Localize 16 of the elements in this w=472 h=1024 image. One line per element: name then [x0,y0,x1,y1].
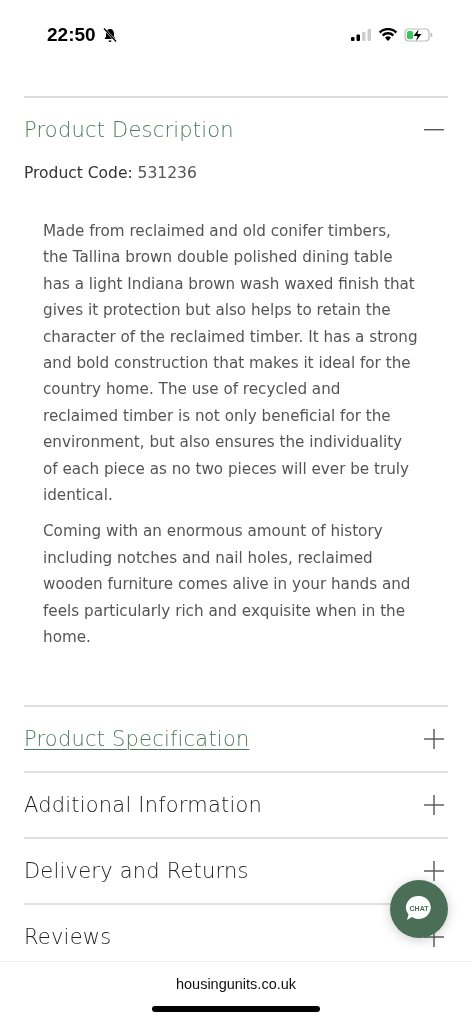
description-paragraph: Made from reclaimed and old conifer timbers, the Tallina brown double polished dining table has a light Indiana brown wash waxed finish that gives it protection but also helps to retain the character of the reclaimed timber. It has a strong and bold construction that makes it ideal for the country home. The use of recycled and reclaimed timber is not only beneficial for the environment, but also ensures the individuality of each piece as no two pieces will ever be truly identical. [43,221,418,507]
description-paragraph: Coming with an enormous amount of history including notches and nail holes, reclaimed wooden furniture comes alive in your hands and feels particularly rich and exquisite when in the home. [43,521,412,649]
url-text[interactable]: housingunits.co.uk [175,976,297,992]
section-title[interactable]: Additional Information [24,792,263,817]
chat-bubble-icon [404,894,434,922]
section-title[interactable]: Product Specification [24,726,250,751]
muted-bell-icon [101,27,118,43]
product-code: Product Code: 531236 [24,164,198,182]
section-title[interactable]: Product Description [24,118,234,142]
battery-charging-icon [404,27,434,43]
section-title[interactable]: Delivery and Returns [24,858,249,883]
status-time: 22:50 [47,24,96,46]
signal-icon [350,28,372,42]
section-title[interactable]: Reviews [24,924,112,949]
home-indicator[interactable] [152,1006,320,1012]
wifi-icon [378,28,398,42]
